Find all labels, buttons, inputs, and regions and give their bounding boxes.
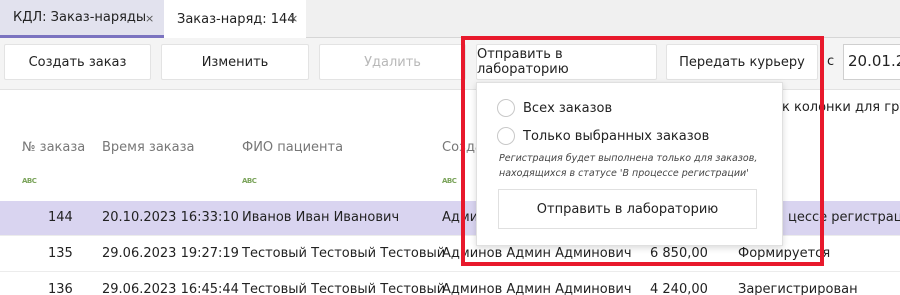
group-panel-hint: к колонки для групп [782, 100, 900, 115]
order-time-cell: 29.06.2023 19:27:19 [102, 246, 239, 261]
close-icon[interactable]: × [289, 12, 298, 25]
option-label: Только выбранных заказов [523, 128, 710, 144]
order-number-cell: 136 [48, 282, 73, 295]
column-header-patient[interactable]: ФИО пациента [242, 140, 343, 155]
tab-kdl-orders[interactable]: КДЛ: Заказ-наряды × [0, 0, 164, 38]
sum-cell: 4 240,00 [650, 282, 708, 295]
send-to-lab-popup: Всех заказов Только выбранных заказов Ре… [476, 82, 783, 246]
table-row[interactable]: 136 29.06.2023 16:45:44 Тестовый Тестовы… [0, 273, 900, 295]
radio-button[interactable] [497, 99, 515, 117]
registration-note: Регистрация будет выполнена только для з… [499, 153, 758, 179]
order-number-cell: 135 [48, 246, 73, 261]
text-filter-icon[interactable]: ABC [242, 177, 257, 185]
column-header-order-number[interactable]: № заказа [22, 140, 85, 155]
patient-cell: Иванов Иван Иванович [242, 210, 400, 225]
sum-cell: 6 850,00 [650, 246, 708, 261]
creator-cell: Админов Админ Админович [442, 282, 632, 295]
patient-cell: Тестовый Тестовый Тестовый [242, 282, 446, 295]
order-time-cell: 20.10.2023 16:33:10 [102, 210, 239, 225]
create-order-button[interactable]: Создать заказ [4, 44, 151, 80]
order-number-cell: 144 [48, 210, 73, 225]
tab-order-144[interactable]: Заказ-наряд: 144 × [164, 0, 306, 38]
send-to-lab-button[interactable]: Отправить в лабораторию [476, 44, 657, 80]
date-from-input[interactable]: 20.01.20 [843, 44, 900, 80]
column-header-order-time[interactable]: Время заказа [102, 140, 195, 155]
status-cell: цессе регистрации [788, 210, 900, 225]
creator-cell: Админов Админ Админович [442, 246, 632, 261]
patient-cell: Тестовый Тестовый Тестовый [242, 246, 446, 261]
order-time-cell: 29.06.2023 16:45:44 [102, 282, 239, 295]
status-cell: Формируется [738, 246, 831, 261]
delete-button[interactable]: Удалить [319, 44, 466, 80]
close-icon[interactable]: × [145, 12, 154, 25]
tab-label: Заказ-наряд: 144 [177, 11, 296, 27]
tab-label: КДЛ: Заказ-наряды [13, 10, 147, 25]
option-label: Всех заказов [523, 100, 613, 116]
option-all-orders[interactable]: Всех заказов [497, 99, 612, 117]
radio-button[interactable] [497, 127, 515, 145]
edit-button[interactable]: Изменить [161, 44, 309, 80]
popup-send-to-lab-button[interactable]: Отправить в лабораторию [498, 189, 757, 229]
date-prefix-label: с [827, 54, 835, 69]
option-selected-orders[interactable]: Только выбранных заказов [497, 127, 709, 145]
text-filter-icon[interactable]: ABC [442, 177, 457, 185]
status-cell: Зарегистрирован [738, 282, 858, 295]
tab-bar: КДЛ: Заказ-наряды × Заказ-наряд: 144 × [0, 0, 900, 38]
creator-cell: Адми [442, 210, 479, 225]
send-to-courier-button[interactable]: Передать курьеру [666, 44, 818, 80]
text-filter-icon[interactable]: ABC [22, 177, 37, 185]
